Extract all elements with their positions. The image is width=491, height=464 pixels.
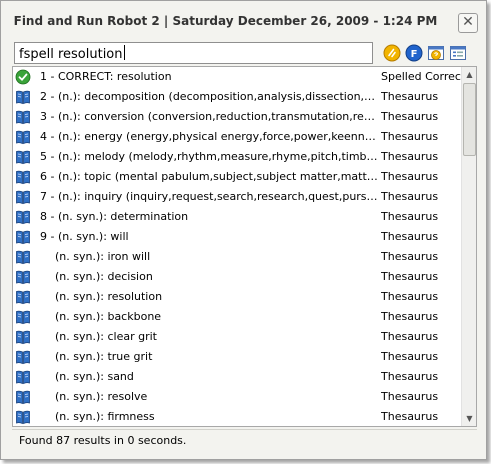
result-source: Thesaurus [381, 330, 439, 343]
vertical-scrollbar[interactable]: ▲ ▼ [461, 67, 476, 426]
options-icon [450, 46, 466, 60]
result-source: Thesaurus [381, 230, 439, 243]
result-row[interactable]: 2 - (n.): decomposition (decomposition,a… [13, 87, 461, 107]
result-source: Thesaurus [381, 90, 439, 103]
help-icon [428, 46, 444, 60]
scroll-thumb[interactable] [463, 83, 476, 156]
book-icon [15, 329, 31, 345]
result-row[interactable]: (n. syn.): firmness Thesaurus [13, 407, 461, 426]
result-text: (n. syn.): sand [55, 370, 134, 383]
book-icon [15, 369, 31, 385]
result-row[interactable]: (n. syn.): resolve Thesaurus [13, 387, 461, 407]
result-text: (n. syn.): clear grit [55, 330, 157, 343]
result-source: Thesaurus [381, 270, 439, 283]
result-text: (n. syn.): decision [55, 270, 153, 283]
result-row[interactable]: (n. syn.): iron will Thesaurus [13, 247, 461, 267]
result-text: 8 - (n. syn.): determination [40, 210, 189, 223]
result-text: 6 - (n.): topic (mental pabulum,subject,… [40, 170, 378, 183]
results-list[interactable]: 1 - CORRECT: resolution Spelled Correctly… [12, 66, 477, 427]
result-text: (n. syn.): firmness [55, 410, 155, 423]
book-icon [15, 149, 31, 165]
book-icon [15, 349, 31, 365]
result-text: (n. syn.): backbone [55, 310, 162, 323]
scroll-down-icon: ▼ [466, 414, 473, 423]
book-icon [15, 189, 31, 205]
book-icon [15, 389, 31, 405]
result-row[interactable]: 4 - (n.): energy (energy,physical energy… [13, 127, 461, 147]
result-row[interactable]: 7 - (n.): inquiry (inquiry,request,searc… [13, 187, 461, 207]
scroll-down-button[interactable]: ▼ [462, 411, 476, 426]
result-source: Thesaurus [381, 150, 439, 163]
result-source: Thesaurus [381, 290, 439, 303]
result-row[interactable]: 6 - (n.): topic (mental pabulum,subject,… [13, 167, 461, 187]
result-text: 9 - (n. syn.): will [40, 230, 129, 243]
book-icon [15, 229, 31, 245]
result-row[interactable]: (n. syn.): decision Thesaurus [13, 267, 461, 287]
close-icon: ✕ [462, 14, 474, 30]
book-icon [15, 249, 31, 265]
result-row[interactable]: (n. syn.): backbone Thesaurus [13, 307, 461, 327]
help-button[interactable] [427, 44, 445, 62]
result-text: (n. syn.): resolution [55, 290, 163, 303]
f-button[interactable]: F [405, 44, 423, 62]
check-icon [15, 69, 31, 85]
result-source: Thesaurus [381, 170, 439, 183]
book-icon [15, 269, 31, 285]
result-text: 4 - (n.): energy (energy,physical energy… [40, 130, 378, 143]
result-source: Thesaurus [381, 350, 439, 363]
result-source: Thesaurus [381, 390, 439, 403]
result-source: Thesaurus [381, 370, 439, 383]
close-button[interactable]: ✕ [458, 13, 478, 33]
result-row[interactable]: 5 - (n.): melody (melody,rhythm,measure,… [13, 147, 461, 167]
result-text: 3 - (n.): conversion (conversion,reducti… [40, 110, 378, 123]
book-icon [15, 409, 31, 425]
result-source: Thesaurus [381, 210, 439, 223]
search-input-value: fspell resolution [19, 47, 123, 62]
power-button[interactable] [383, 44, 401, 62]
main-window: Find and Run Robot 2 | Saturday December… [0, 0, 487, 460]
search-input[interactable]: fspell resolution [14, 42, 373, 64]
result-source: Thesaurus [381, 410, 439, 423]
result-source: Thesaurus [381, 310, 439, 323]
result-text: 2 - (n.): decomposition (decomposition,a… [40, 90, 378, 103]
result-source: Thesaurus [381, 190, 439, 203]
book-icon [15, 129, 31, 145]
power-icon [383, 44, 401, 62]
f-letter: F [411, 49, 418, 60]
result-text: 5 - (n.): melody (melody,rhythm,measure,… [40, 150, 378, 163]
result-source: Thesaurus [381, 110, 439, 123]
result-row[interactable]: (n. syn.): true grit Thesaurus [13, 347, 461, 367]
scroll-up-icon: ▲ [466, 70, 473, 79]
f-icon: F [405, 44, 423, 62]
status-bar: Found 87 results in 0 seconds. [12, 429, 477, 451]
result-source: Thesaurus [381, 250, 439, 263]
result-row[interactable]: (n. syn.): sand Thesaurus [13, 367, 461, 387]
scroll-up-button[interactable]: ▲ [462, 67, 476, 82]
book-icon [15, 289, 31, 305]
result-row[interactable]: (n. syn.): clear grit Thesaurus [13, 327, 461, 347]
title-bar[interactable]: Find and Run Robot 2 | Saturday December… [1, 1, 486, 37]
result-text: 7 - (n.): inquiry (inquiry,request,searc… [40, 190, 378, 203]
result-source: Spelled Correctly [381, 70, 463, 83]
result-row[interactable]: (n. syn.): resolution Thesaurus [13, 287, 461, 307]
result-text: (n. syn.): true grit [55, 350, 153, 363]
result-text: (n. syn.): iron will [55, 250, 151, 263]
options-button[interactable] [449, 44, 467, 62]
result-row[interactable]: 1 - CORRECT: resolution Spelled Correctly [13, 67, 463, 87]
result-row[interactable]: 9 - (n. syn.): will Thesaurus [13, 227, 461, 247]
book-icon [15, 209, 31, 225]
result-row[interactable]: 3 - (n.): conversion (conversion,reducti… [13, 107, 461, 127]
result-text: (n. syn.): resolve [55, 390, 148, 403]
result-source: Thesaurus [381, 130, 439, 143]
result-text: 1 - CORRECT: resolution [40, 70, 172, 83]
book-icon [15, 109, 31, 125]
window-title: Find and Run Robot 2 | Saturday December… [13, 14, 438, 28]
result-row[interactable]: 8 - (n. syn.): determination Thesaurus [13, 207, 461, 227]
book-icon [15, 169, 31, 185]
status-text: Found 87 results in 0 seconds. [19, 434, 187, 447]
book-icon [15, 309, 31, 325]
text-caret [123, 45, 125, 60]
book-icon [15, 89, 31, 105]
